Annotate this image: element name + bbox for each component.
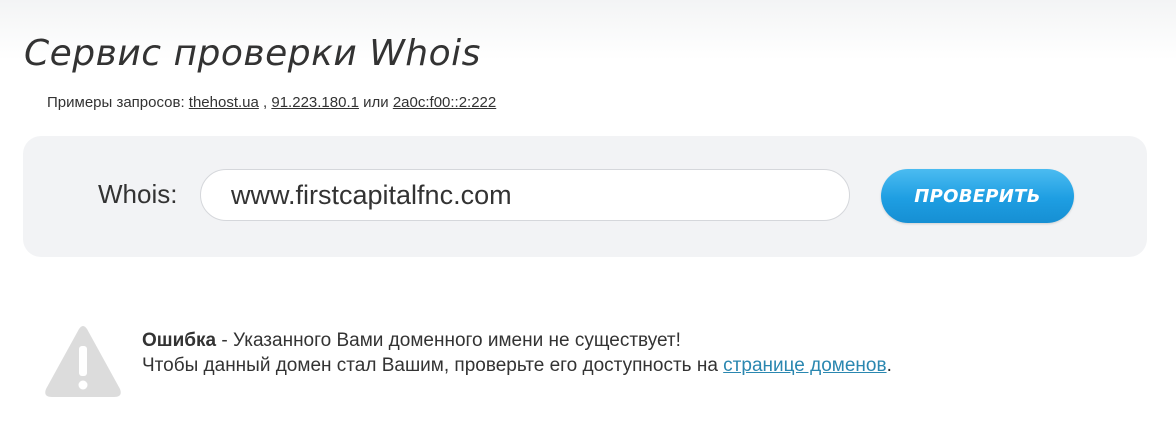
example-link-ipv4[interactable]: 91.223.180.1 xyxy=(271,94,359,111)
page-title: Сервис проверки Whois xyxy=(24,33,481,74)
examples-line: Примеры запросов: thehost.ua , 91.223.18… xyxy=(47,94,496,111)
domains-page-link[interactable]: странице доменов xyxy=(723,355,886,376)
error-hint: Чтобы данный домен стал Вашим, проверьте… xyxy=(142,355,724,376)
whois-label: Whois: xyxy=(98,179,178,209)
error-text: - Указанного Вами доменного имени не сущ… xyxy=(216,330,681,351)
error-hint-end: . xyxy=(886,355,892,376)
error-message: Ошибка - Указанного Вами доменного имени… xyxy=(142,328,892,378)
search-panel: Whois: ПРОВЕРИТЬ xyxy=(23,136,1147,257)
example-link-ipv6[interactable]: 2a0c:f00::2:222 xyxy=(393,94,496,111)
error-line-1: Ошибка - Указанного Вами доменного имени… xyxy=(142,328,892,353)
examples-separator: , xyxy=(263,94,268,111)
warning-triangle-icon xyxy=(45,326,121,397)
check-button[interactable]: ПРОВЕРИТЬ xyxy=(881,169,1074,223)
examples-or: или xyxy=(363,94,389,111)
error-line-2: Чтобы данный домен стал Вашим, проверьте… xyxy=(142,353,892,378)
example-link-domain[interactable]: thehost.ua xyxy=(189,94,259,111)
whois-input[interactable] xyxy=(200,169,850,221)
examples-prefix: Примеры запросов: xyxy=(47,94,185,111)
error-title: Ошибка xyxy=(142,330,217,351)
